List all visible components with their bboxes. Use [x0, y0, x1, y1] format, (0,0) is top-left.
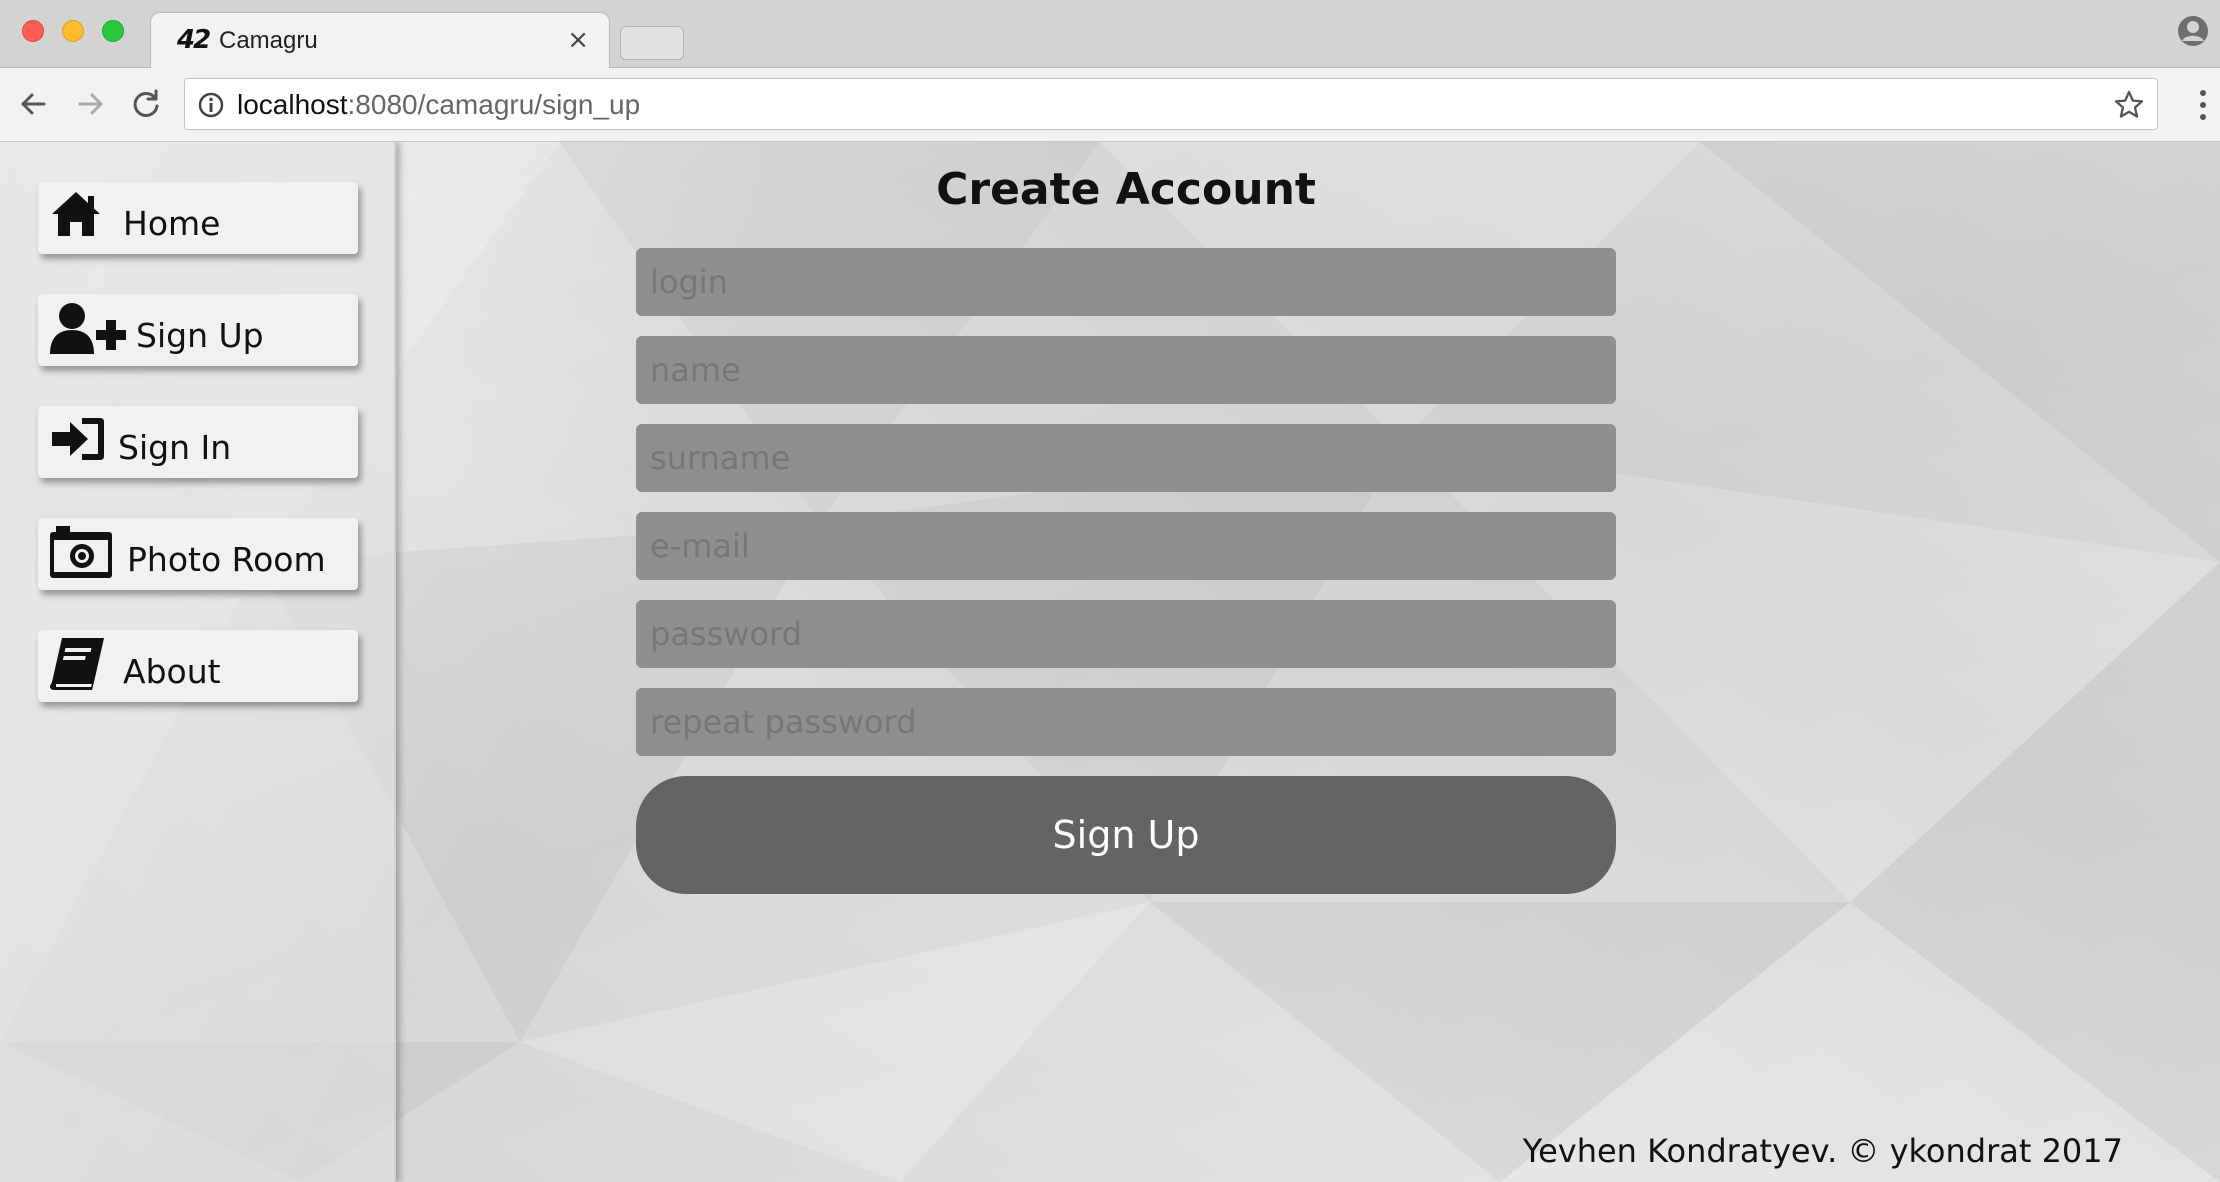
name-input[interactable] [636, 336, 1616, 404]
url-text[interactable]: localhost:8080/camagru/sign_up [237, 89, 640, 121]
sign-up-submit-button[interactable]: Sign Up [636, 776, 1616, 894]
sign-in-icon [52, 418, 104, 460]
browser-tabstrip: 42 Camagru × [0, 0, 2220, 69]
profile-icon[interactable] [2176, 14, 2210, 48]
book-icon [50, 638, 104, 690]
email-input[interactable] [636, 512, 1616, 580]
address-bar[interactable]: localhost:8080/camagru/sign_up [184, 78, 2158, 130]
sidebar-item-home[interactable]: Home [38, 182, 358, 254]
window-minimize-button[interactable] [62, 20, 84, 42]
sidebar-item-label: Home [123, 204, 221, 243]
browser-menu-icon[interactable] [2198, 88, 2208, 122]
reload-icon[interactable] [126, 84, 166, 124]
sidebar-item-sign-up[interactable]: Sign Up [38, 294, 358, 366]
url-host: localhost [237, 89, 348, 120]
info-icon[interactable] [197, 91, 225, 119]
sidebar-nav: Home Sign Up Sign In Photo Room About [0, 142, 396, 1182]
back-arrow-icon[interactable] [14, 84, 54, 124]
page-title: Create Account [936, 164, 1316, 215]
forward-arrow-icon[interactable] [70, 84, 110, 124]
home-icon [52, 192, 100, 236]
favicon-42-icon: 42 [177, 25, 211, 55]
sidebar-item-label: About [123, 652, 221, 691]
sidebar-item-label: Sign In [118, 428, 232, 467]
url-path: :8080/camagru/sign_up [347, 89, 641, 120]
browser-toolbar: localhost:8080/camagru/sign_up [0, 68, 2220, 142]
window-close-button[interactable] [22, 20, 44, 42]
user-plus-icon [50, 303, 126, 354]
tab-close-icon[interactable]: × [567, 25, 589, 55]
sidebar-item-label: Sign Up [136, 316, 264, 355]
page-viewport: Home Sign Up Sign In Photo Room About Cr… [0, 142, 2220, 1182]
bookmark-star-icon[interactable] [2113, 89, 2145, 121]
sidebar-item-sign-in[interactable]: Sign In [38, 406, 358, 478]
window-maximize-button[interactable] [102, 20, 124, 42]
sidebar-item-about[interactable]: About [38, 630, 358, 702]
tab-title: Camagru [219, 27, 318, 54]
login-input[interactable] [636, 248, 1616, 316]
surname-input[interactable] [636, 424, 1616, 492]
new-tab-button[interactable] [620, 26, 684, 60]
camera-icon [50, 526, 112, 578]
sidebar-item-label: Photo Room [127, 540, 326, 579]
browser-tab-active[interactable]: 42 Camagru × [150, 12, 610, 69]
password-input[interactable] [636, 600, 1616, 668]
sidebar-item-photo-room[interactable]: Photo Room [38, 518, 358, 590]
repeat-password-input[interactable] [636, 688, 1616, 756]
footer-credit: Yevhen Kondratyev. © ykondrat 2017 [1522, 1132, 2123, 1170]
